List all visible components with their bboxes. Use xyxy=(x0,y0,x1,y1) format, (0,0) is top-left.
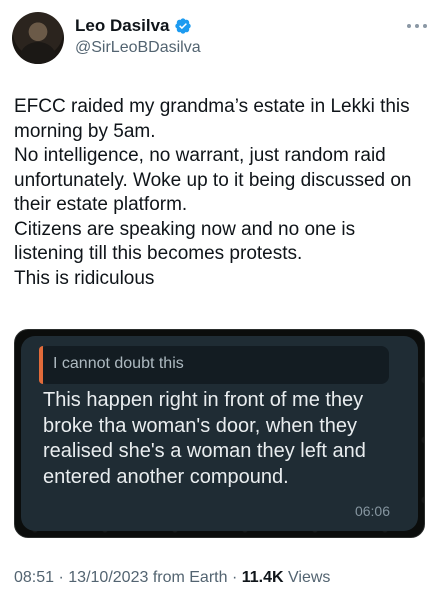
author-name-row[interactable]: Leo Dasilva xyxy=(75,16,192,36)
quote-accent-bar xyxy=(39,346,43,384)
chat-bubble: I cannot doubt this This happen right in… xyxy=(21,336,418,531)
more-options-icon[interactable] xyxy=(405,16,429,36)
tweet-metadata: 08:51 · 13/10/2023 from Earth · 11.4K Vi… xyxy=(14,569,330,587)
author-display-name[interactable]: Leo Dasilva xyxy=(75,16,170,36)
tweet-line: EFCC raided my grandma’s estate in Lekki… xyxy=(14,96,410,142)
avatar[interactable] xyxy=(12,12,64,64)
views-count: 11.4K xyxy=(241,569,284,586)
verified-badge-icon xyxy=(174,18,191,34)
post-source: from Earth xyxy=(152,569,228,586)
meta-separator: · xyxy=(58,569,64,586)
tweet-header: Leo Dasilva @SirLeoBDasilva xyxy=(12,12,429,64)
post-date[interactable]: 13/10/2023 xyxy=(68,569,148,586)
chat-message-time: 06:06 xyxy=(354,503,390,519)
tweet-line: Citizens are speaking now and no one is … xyxy=(14,218,356,265)
tweet-text: EFCC raided my grandma’s estate in Lekki… xyxy=(14,95,429,291)
meta-separator: · xyxy=(231,569,238,586)
quoted-message-text: I cannot doubt this xyxy=(53,355,184,372)
author-handle[interactable]: @SirLeoBDasilva xyxy=(75,39,201,57)
quoted-message: I cannot doubt this xyxy=(39,346,389,384)
chat-message-text: This happen right in front of me they br… xyxy=(43,389,366,488)
tweet-media-image[interactable]: I cannot doubt this This happen right in… xyxy=(14,329,425,538)
tweet-line: This is ridiculous xyxy=(14,267,155,289)
views-label: Views xyxy=(288,569,331,586)
post-time[interactable]: 08:51 xyxy=(14,569,54,586)
tweet-line: No intelligence, no warrant, just random… xyxy=(14,145,412,215)
